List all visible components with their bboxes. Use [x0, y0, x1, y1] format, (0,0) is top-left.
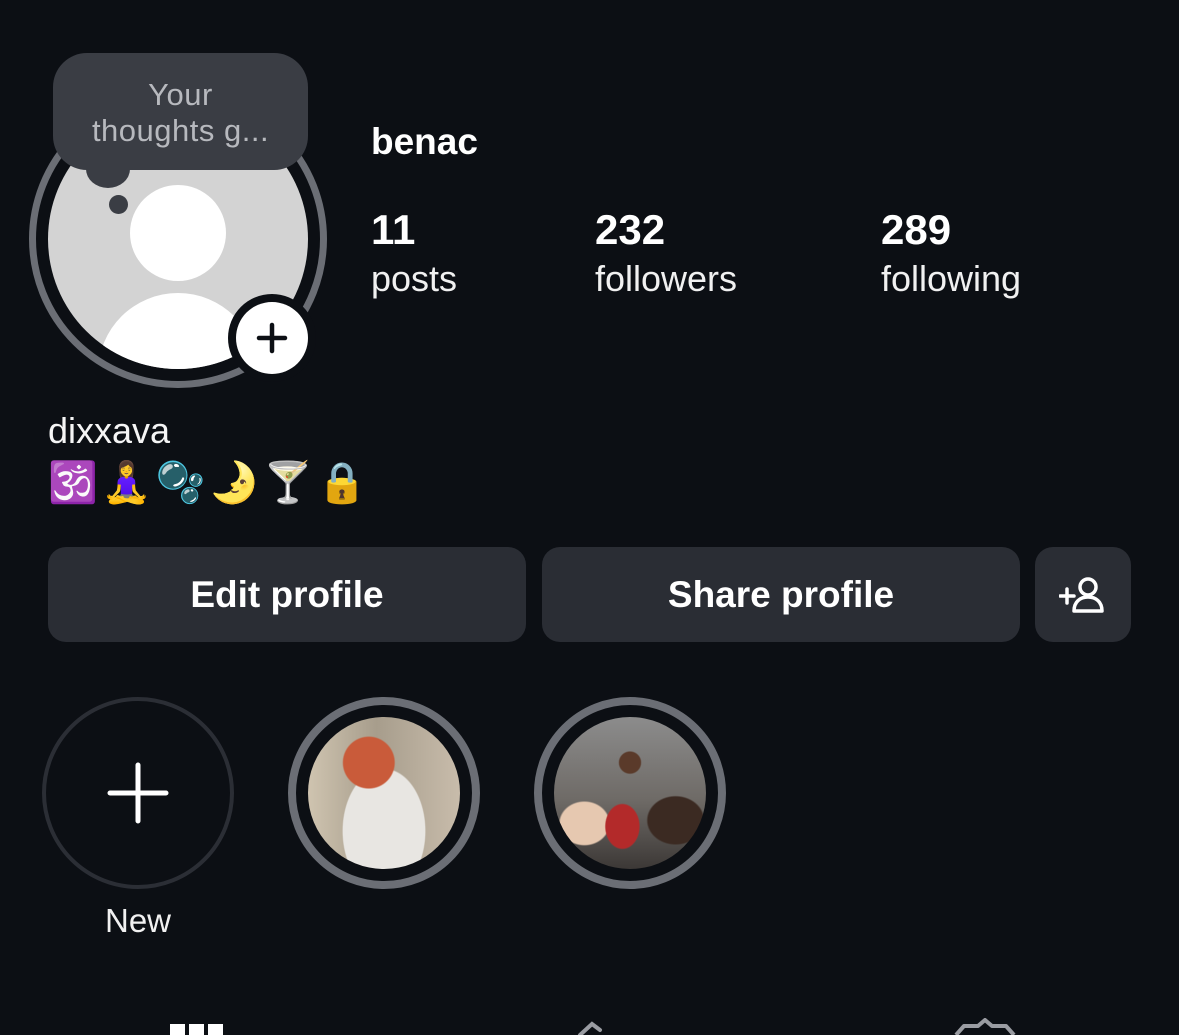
discover-people-button[interactable]: [1035, 547, 1131, 642]
stat-followers-count: 232: [595, 206, 666, 253]
stat-posts-label: posts: [371, 258, 458, 299]
plus-icon: [107, 762, 169, 824]
highlight-item[interactable]: [534, 697, 726, 889]
stat-following-label: following: [881, 258, 1022, 299]
stat-followers[interactable]: 232 followers: [595, 204, 737, 302]
highlight-cover-image: [308, 717, 460, 869]
username: benac: [371, 121, 478, 162]
highlight-item[interactable]: [288, 697, 480, 889]
add-person-icon: [1059, 576, 1104, 613]
note-bubble-dot: [109, 195, 128, 214]
stat-followers-label: followers: [595, 258, 738, 299]
tagged-icon[interactable]: [952, 1018, 1018, 1035]
display-name: dixxava: [48, 410, 171, 451]
stat-posts-count: 11: [371, 206, 416, 253]
stat-following-count: 289: [881, 206, 952, 253]
note-bubble[interactable]: Your thoughts g...: [53, 53, 308, 170]
highlight-cover-image: [554, 717, 706, 869]
avatar-placeholder-head: [130, 185, 226, 281]
reels-icon[interactable]: [570, 1018, 610, 1035]
new-highlight-label: New: [104, 902, 172, 939]
grid-icon[interactable]: [168, 1018, 228, 1035]
plus-icon: [236, 302, 308, 374]
stat-following[interactable]: 289 following: [881, 204, 1021, 302]
new-highlight-button[interactable]: [42, 697, 234, 889]
stat-posts[interactable]: 11 posts: [371, 204, 457, 302]
share-profile-button[interactable]: Share profile: [542, 547, 1020, 642]
edit-profile-button[interactable]: Edit profile: [48, 547, 526, 642]
add-story-button[interactable]: [228, 294, 316, 382]
bio: 🕉️🧘‍♀️🫧🌛🍸🔒: [48, 460, 371, 506]
note-text: Your thoughts g...: [91, 77, 270, 148]
